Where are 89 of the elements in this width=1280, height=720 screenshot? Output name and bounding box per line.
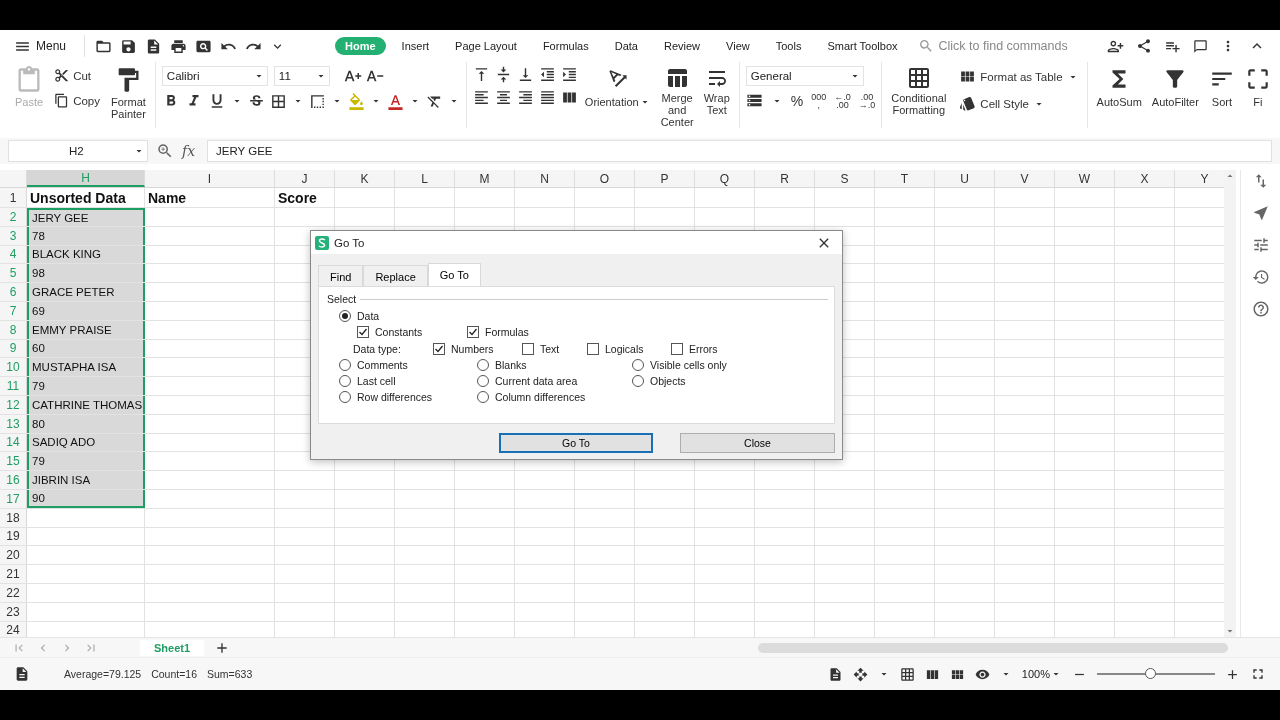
ribbon-tab[interactable]: Data [604,37,648,55]
radio-label: Comments [357,359,408,371]
search-field[interactable]: Click to find commands [936,38,1107,54]
ribbon-tab[interactable]: Smart Toolbox [817,37,908,55]
zoom-select[interactable]: 100% [1021,668,1062,680]
row-number[interactable]: 21 [0,565,27,583]
cell[interactable]: 79 [27,377,145,395]
name-box[interactable]: H2 [8,140,148,162]
column-header[interactable]: N [515,170,575,187]
number-format-select[interactable]: General [745,66,864,86]
radio-label: Visible cells only [650,359,727,371]
column-header[interactable]: L [395,170,455,187]
dialog-tab[interactable]: Replace [363,265,428,286]
row-number[interactable]: 1 [0,188,27,207]
cell[interactable]: JIBRIN ISA [27,471,145,489]
ribbon-button[interactable]: Format Painter [108,64,149,122]
radio-label: Blanks [495,359,527,371]
checkbox-label: Text [540,343,560,355]
number-format-button[interactable]: .00 →.0 [858,92,876,109]
cell[interactable]: Name [145,188,275,207]
wrap-text-button[interactable]: Wrap Text [700,64,733,118]
row-number[interactable]: 20 [0,546,27,565]
ribbon-tab[interactable]: Tools [765,37,812,55]
ribbon-button[interactable]: Cut [52,66,102,85]
column-header[interactable]: W [1055,170,1115,187]
function-label[interactable]: fx [182,143,196,159]
menu-button[interactable]: Menu [10,37,71,55]
dialog-title: Go To [334,236,365,249]
cell[interactable]: MUSTAPHA ISA [27,358,145,377]
group-label: Select [327,293,357,305]
column-header[interactable]: S [815,170,875,187]
orientation-button[interactable]: Orientation [581,64,654,110]
column-header[interactable]: P [635,170,695,187]
dialog-tab[interactable]: Find [318,265,364,286]
cell[interactable]: 79 [27,452,145,471]
status-stat: Sum=633 [207,668,253,680]
formula-field[interactable]: JERY GEE [207,140,1272,162]
column-header[interactable]: U [935,170,995,187]
checkbox-label: Formulas [485,326,529,338]
column-header[interactable]: M [455,170,515,187]
ribbon-tab[interactable]: Formulas [532,37,599,55]
column-header[interactable]: O [575,170,635,187]
radio-label: Current data area [495,375,578,387]
radio-label: Data [357,310,380,322]
checkbox-label: Errors [689,343,718,355]
percent-button[interactable]: % [790,92,804,109]
ribbon-button[interactable]: AutoSum [1093,64,1145,110]
radio-label: Row differences [357,391,433,403]
column-header[interactable]: K [335,170,395,187]
cell[interactable]: JERY GEE [27,208,145,226]
cell[interactable]: GRACE PETER [27,283,145,301]
checkbox-label: Constants [375,326,423,338]
radio-label: Last cell [357,375,396,387]
column-header[interactable]: X [1115,170,1175,187]
radio-label: Objects [650,375,686,387]
ribbon-button[interactable]: Fi [1241,64,1274,110]
cell[interactable]: Unsorted Data [27,188,145,207]
column-header[interactable]: Q [695,170,755,187]
column-header[interactable]: J [275,170,335,187]
number-format-button[interactable]: 000 , [811,92,827,109]
font-name-select[interactable]: Calibri [161,66,268,86]
ribbon-button[interactable]: Copy [52,91,102,110]
column-header[interactable]: R [755,170,815,187]
cell[interactable]: 98 [27,264,145,283]
checkbox-label: Logicals [605,343,644,355]
cell-style-button[interactable]: Cell Style [957,93,1081,114]
cell[interactable]: Score [275,188,335,207]
number-format-button[interactable]: ←.0 .00 [834,92,851,109]
conditional-formatting-button[interactable]: Conditional Formatting [888,64,950,118]
ribbon-tab[interactable]: View [716,37,760,55]
format-as-table-button[interactable]: Format as Table [957,66,1081,87]
ribbon-button[interactable]: Sort [1205,64,1238,110]
column-header[interactable]: V [995,170,1055,187]
status-stat: Count=16 [151,668,197,680]
ribbon-tab[interactable]: Page Layout [445,37,527,55]
ribbon-tab[interactable]: Review [654,37,711,55]
ribbon-tab[interactable]: Insert [391,37,440,55]
checkbox-label: Numbers [451,343,494,355]
column-header[interactable]: T [875,170,935,187]
merge-button[interactable]: Merge and Center [657,64,697,128]
data-type-label: Data type: [353,343,402,355]
dialog-button[interactable]: Go To [499,433,653,453]
ribbon-button[interactable]: AutoFilter [1148,64,1202,110]
column-header[interactable]: I [145,170,275,187]
radio-label: Column differences [495,391,586,403]
dialog-button[interactable]: Close [680,433,835,453]
status-stat: Average=79.125 [64,668,142,680]
font-size-select[interactable]: 11 [273,66,330,86]
dialog-tab[interactable]: Go To [427,263,481,286]
